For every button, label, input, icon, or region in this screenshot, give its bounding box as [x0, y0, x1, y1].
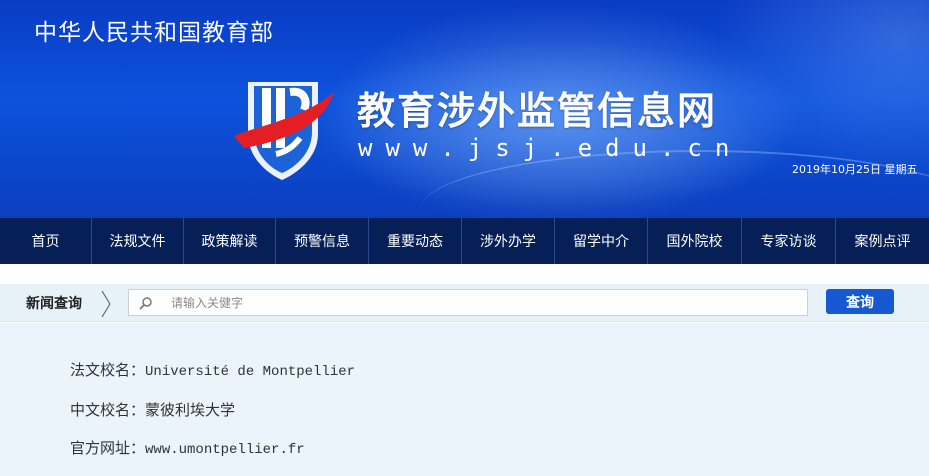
- nav-item-foreign-schools-cooperation[interactable]: 涉外办学: [462, 218, 555, 264]
- chevron-right-icon: [101, 290, 111, 318]
- current-date: 2019年10月25日 星期五: [792, 163, 918, 176]
- search-field[interactable]: [128, 289, 808, 316]
- search-button[interactable]: 查询: [826, 289, 894, 314]
- nav-item-regulations[interactable]: 法规文件: [92, 218, 184, 264]
- french-name-value: Université de Montpellier: [145, 364, 356, 380]
- jsj-logo-icon: [234, 82, 334, 180]
- nav-item-warnings[interactable]: 预警信息: [276, 218, 369, 264]
- site-url: www.jsj.edu.cn: [358, 134, 743, 162]
- school-info: 法文校名：Université de Montpellier 中文校名：蒙彼利埃…: [0, 323, 929, 476]
- search-input[interactable]: [171, 293, 791, 313]
- nav-item-home[interactable]: 首页: [0, 218, 92, 264]
- official-website-row: 官方网址：www.umontpellier.fr: [70, 437, 305, 458]
- chinese-name-row: 中文校名：蒙彼利埃大学: [70, 399, 235, 420]
- nav-item-case-reviews[interactable]: 案例点评: [836, 218, 929, 264]
- main-nav: 首页 法规文件 政策解读 预警信息 重要动态 涉外办学 留学中介 国外院校 专家…: [0, 218, 929, 264]
- search-icon: [139, 297, 152, 310]
- french-name-row: 法文校名：Université de Montpellier: [70, 359, 355, 380]
- french-name-label: 法文校名：: [70, 361, 146, 379]
- chinese-name-label: 中文校名：: [70, 401, 146, 419]
- official-website-label: 官方网址：: [70, 439, 146, 457]
- chinese-name-value: 蒙彼利埃大学: [145, 401, 236, 419]
- ministry-title[interactable]: 中华人民共和国教育部: [34, 13, 274, 47]
- nav-item-foreign-institutions[interactable]: 国外院校: [648, 218, 742, 264]
- nav-item-expert-interviews[interactable]: 专家访谈: [742, 218, 836, 264]
- header-banner: 中华人民共和国教育部 教育涉外监管信息网 www.jsj.edu.cn 2019…: [0, 0, 929, 218]
- search-bar: 新闻查询 查询: [0, 284, 929, 322]
- nav-item-study-abroad-agencies[interactable]: 留学中介: [555, 218, 648, 264]
- nav-item-policy-interpretation[interactable]: 政策解读: [184, 218, 276, 264]
- site-name[interactable]: 教育涉外监管信息网: [357, 80, 717, 135]
- nav-item-news[interactable]: 重要动态: [369, 218, 462, 264]
- search-label: 新闻查询: [26, 296, 82, 312]
- official-website-link[interactable]: www.umontpellier.fr: [145, 442, 305, 458]
- site-logo[interactable]: [234, 74, 334, 184]
